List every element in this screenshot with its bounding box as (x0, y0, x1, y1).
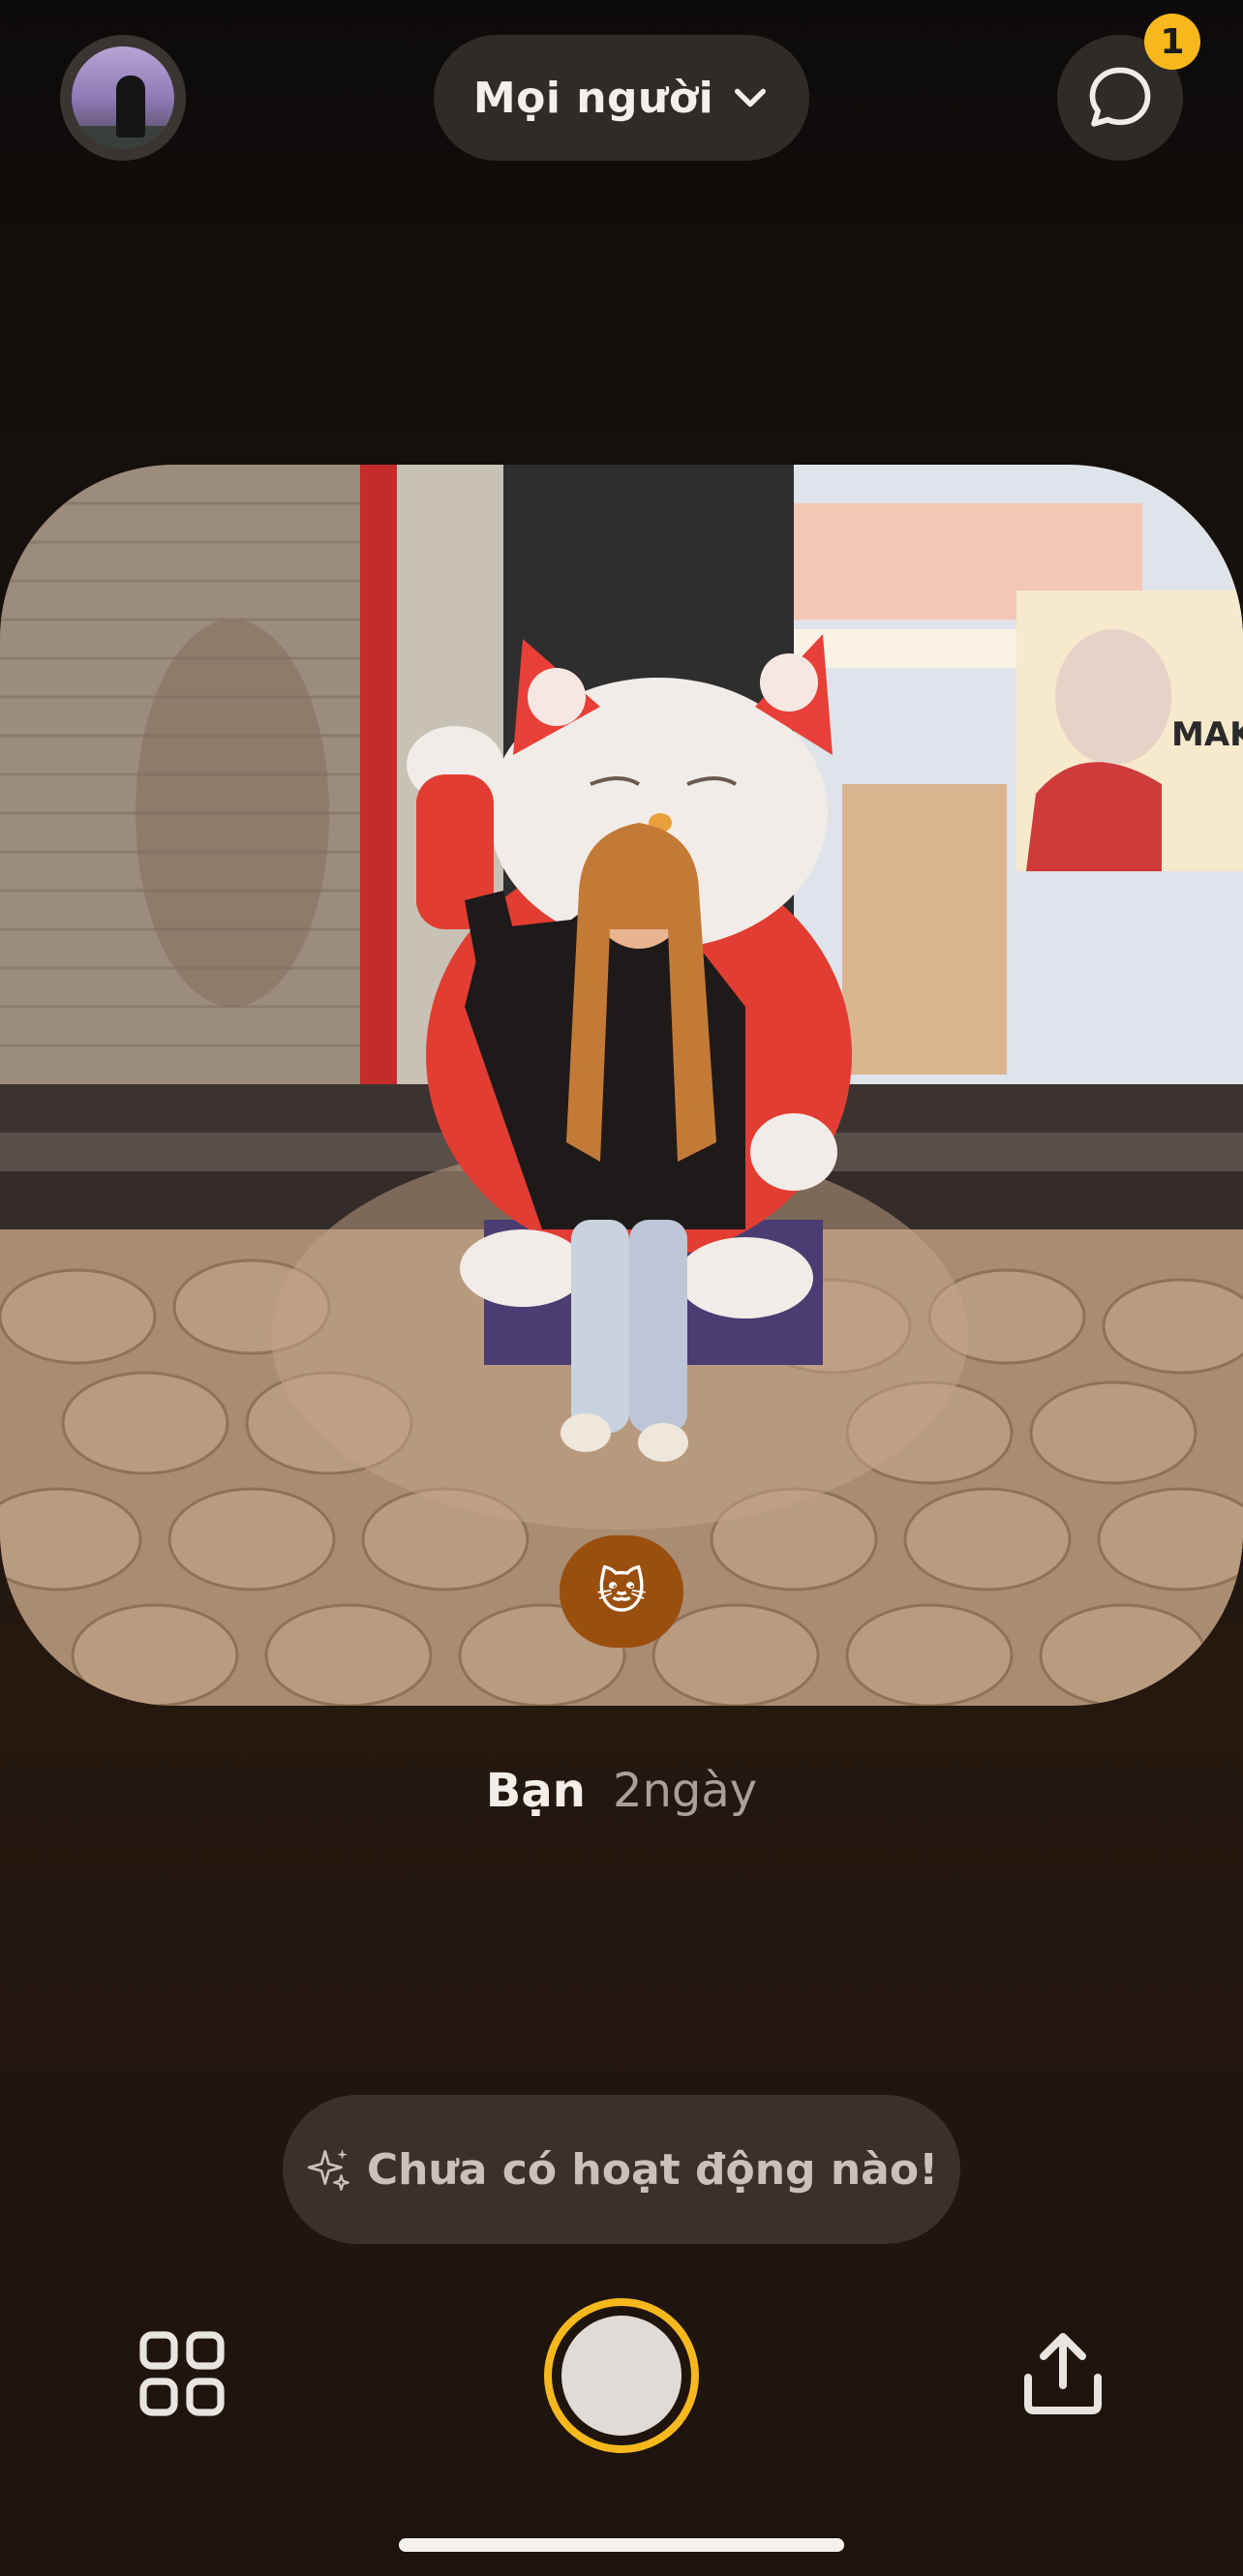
photo-timestamp: 2ngày (612, 1764, 758, 1818)
feed-photo[interactable]: MAKO (0, 465, 1243, 1706)
audience-selector-button[interactable]: Mọi người (434, 35, 809, 161)
shop-sign-text: MAKO (1171, 715, 1243, 754)
shutter-core (561, 2316, 682, 2436)
reaction-emoji-button[interactable]: 🐱 (560, 1535, 683, 1648)
profile-avatar[interactable] (60, 35, 186, 161)
photo-scene: MAKO (0, 465, 1243, 1706)
share-icon[interactable] (1016, 2327, 1109, 2420)
avatar-image (72, 46, 174, 149)
shutter-button[interactable] (544, 2298, 699, 2453)
chevron-down-icon (735, 88, 767, 107)
activity-button[interactable]: Chưa có hoạt động nào! (283, 2095, 960, 2244)
sparkle-icon (307, 2149, 349, 2191)
reaction-emoji: 🐱 (595, 1563, 648, 1620)
photo-caption: Bạn 2ngày (0, 1764, 1243, 1818)
photo-author[interactable]: Bạn (486, 1764, 586, 1818)
activity-text: Chưa có hoạt động nào! (366, 2144, 939, 2195)
chat-unread-badge: 1 (1144, 14, 1200, 70)
grid-icon[interactable] (136, 2327, 228, 2420)
chat-bubble-icon (1089, 67, 1151, 127)
home-indicator (399, 2538, 844, 2552)
audience-label: Mọi người (472, 73, 714, 123)
